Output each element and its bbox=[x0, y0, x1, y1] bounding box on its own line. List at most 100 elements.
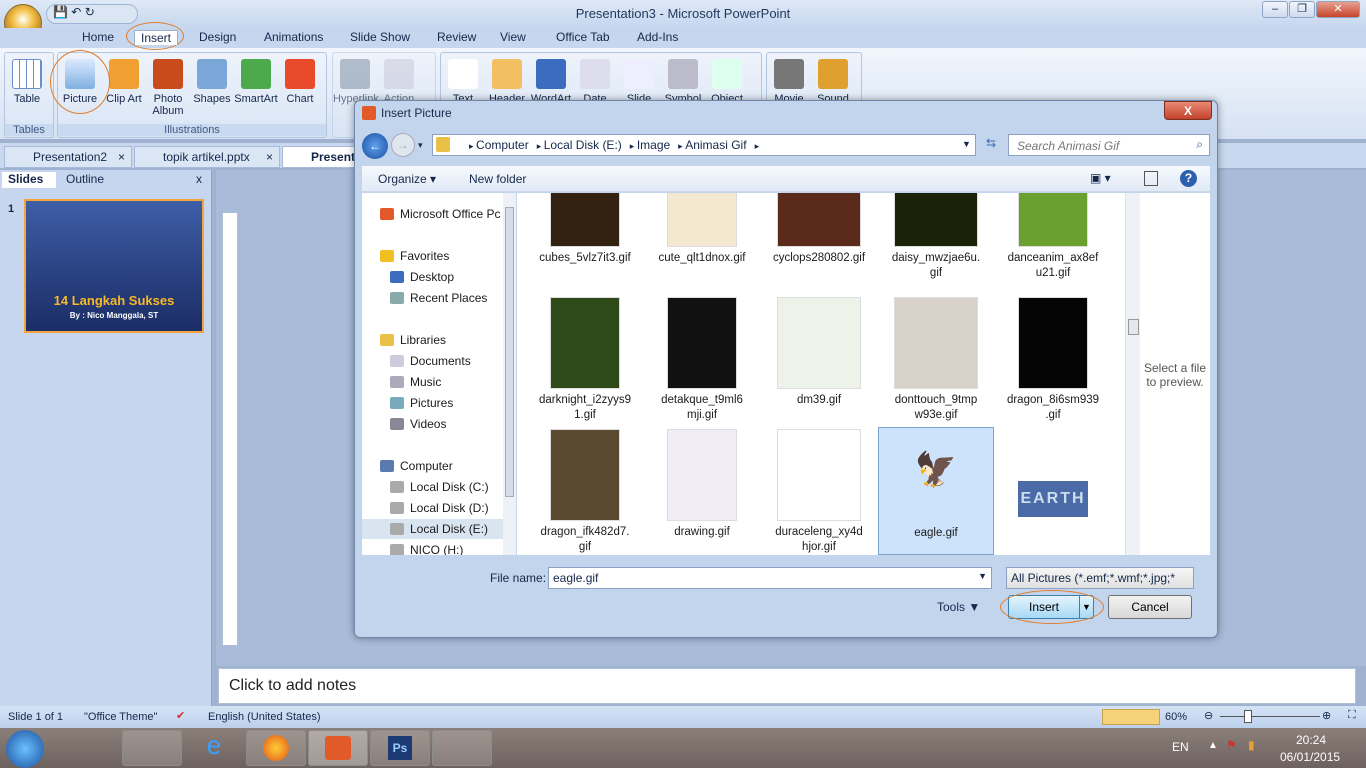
slide-thumbnail[interactable]: 14 Langkah Sukses By : Nico Manggala, ST bbox=[24, 199, 204, 333]
notes-pane[interactable]: Click to add notes bbox=[218, 668, 1356, 704]
file-list-scrollbar[interactable] bbox=[1125, 193, 1140, 555]
zoom-slider[interactable] bbox=[1220, 716, 1320, 717]
file-item[interactable]: drawing.gif bbox=[644, 427, 760, 555]
tab-view[interactable]: View bbox=[500, 30, 526, 44]
file-type-select[interactable]: All Pictures (*.emf;*.wmf;*.jpg;* bbox=[1006, 567, 1194, 589]
undo-icon[interactable]: ↶ bbox=[71, 5, 81, 19]
nav-item[interactable]: Local Disk (C:) bbox=[362, 477, 515, 497]
firefox-taskbar-icon[interactable] bbox=[246, 730, 306, 766]
address-bar[interactable]: ▸ Computer ▸ Local Disk (E:) ▸ Image ▸ Anim… bbox=[432, 134, 976, 156]
nav-item[interactable]: NICO (H:) bbox=[362, 540, 515, 555]
action-center-icon[interactable]: ⚑ bbox=[1226, 738, 1237, 752]
save-icon[interactable]: 💾 bbox=[53, 5, 68, 19]
close-button[interactable]: ✕ bbox=[1316, 1, 1360, 18]
preview-pane-icon[interactable] bbox=[1144, 171, 1158, 186]
action-button[interactable]: Action bbox=[377, 53, 421, 105]
file-item[interactable]: danceanim_ax8ef u21.gif bbox=[995, 193, 1111, 281]
powerpoint-taskbar-icon[interactable] bbox=[308, 730, 368, 766]
tab-home[interactable]: Home bbox=[82, 30, 114, 44]
doc-tab[interactable]: topik artikel.pptx × bbox=[134, 146, 280, 168]
file-item[interactable]: detakque_t9ml6 mji.gif bbox=[644, 295, 760, 423]
refresh-icon[interactable]: ⇆ bbox=[980, 136, 1002, 156]
file-item[interactable]: cubes_5vlz7it3.gif bbox=[527, 193, 643, 281]
search-input[interactable]: Search Animasi Gif ⌕ bbox=[1008, 134, 1210, 156]
file-item[interactable]: 🦅 eagle.gif bbox=[878, 427, 994, 555]
nav-item[interactable]: Local Disk (D:) bbox=[362, 498, 515, 518]
zoom-out-icon[interactable]: ⊖ bbox=[1204, 709, 1213, 722]
show-desktop-icon[interactable] bbox=[60, 730, 120, 766]
show-hidden-icons[interactable]: ▲ bbox=[1208, 740, 1218, 751]
breadcrumb-item[interactable]: Animasi Gif bbox=[685, 138, 746, 152]
file-item[interactable]: darknight_i2zyys9 1.gif bbox=[527, 295, 643, 423]
photo-album-button[interactable]: Photo Album bbox=[146, 53, 190, 117]
nav-item[interactable]: Pictures bbox=[362, 393, 515, 413]
symbol-button[interactable]: Symbol bbox=[661, 53, 705, 105]
file-name-input[interactable]: eagle.gif ▼ bbox=[548, 567, 992, 589]
movie-button[interactable]: Movie bbox=[767, 53, 811, 105]
organize-button[interactable]: Organize ▾ bbox=[378, 172, 436, 186]
address-dropdown[interactable]: ▼ bbox=[962, 139, 971, 149]
nav-scrollbar[interactable] bbox=[503, 193, 516, 555]
paint-taskbar-icon[interactable] bbox=[432, 730, 492, 766]
file-item[interactable]: dragon_ifk482d7. gif bbox=[527, 427, 643, 555]
ie-taskbar-icon[interactable]: e bbox=[184, 730, 244, 766]
view-buttons[interactable] bbox=[1102, 709, 1160, 725]
explorer-taskbar-icon[interactable] bbox=[122, 730, 182, 766]
maximize-button[interactable]: ❐ bbox=[1289, 1, 1315, 18]
tab-insert[interactable]: Insert bbox=[134, 30, 179, 45]
language[interactable]: English (United States) bbox=[208, 711, 321, 723]
nav-item[interactable]: Favorites bbox=[362, 246, 515, 266]
redo-icon[interactable]: ↻ bbox=[85, 5, 95, 19]
breadcrumb-arrow[interactable]: ▸ bbox=[537, 141, 544, 151]
tab-review[interactable]: Review bbox=[437, 30, 476, 44]
file-item[interactable]: cyclops280802.gif bbox=[761, 193, 877, 281]
photoshop-taskbar-icon[interactable]: Ps bbox=[370, 730, 430, 766]
close-pane-icon[interactable]: x bbox=[196, 172, 202, 186]
shapes-button[interactable]: Shapes bbox=[190, 53, 234, 117]
zoom-slider-thumb[interactable] bbox=[1244, 710, 1252, 723]
file-item[interactable]: EARTHearth_vsyuxjw5.gi f bbox=[995, 427, 1111, 555]
spellcheck-icon[interactable]: ✔ bbox=[176, 709, 185, 722]
nav-item[interactable]: Recent Places bbox=[362, 288, 515, 308]
table-button[interactable]: Table bbox=[5, 59, 49, 105]
file-item[interactable]: dm39.gif bbox=[761, 295, 877, 423]
minimize-button[interactable]: – bbox=[1262, 1, 1288, 18]
tab-add-ins[interactable]: Add-Ins bbox=[637, 30, 678, 44]
smartart-button[interactable]: SmartArt bbox=[234, 53, 278, 117]
help-icon[interactable]: ? bbox=[1180, 170, 1197, 187]
clock-date[interactable]: 06/01/2015 bbox=[1280, 750, 1340, 764]
date-button[interactable]: Date bbox=[573, 53, 617, 105]
sound-button[interactable]: Sound bbox=[811, 53, 855, 105]
nav-item[interactable]: Libraries bbox=[362, 330, 515, 350]
doc-tab[interactable]: Presentation2 × bbox=[4, 146, 132, 168]
tab-slide-show[interactable]: Slide Show bbox=[350, 30, 410, 44]
new-folder-button[interactable]: New folder bbox=[469, 172, 526, 186]
change-view-icon[interactable]: ▣ ▾ bbox=[1090, 171, 1111, 185]
back-button[interactable]: ← bbox=[362, 133, 388, 159]
object-button[interactable]: Object bbox=[705, 53, 749, 105]
wordart-button[interactable]: WordArt bbox=[529, 53, 573, 105]
start-button[interactable] bbox=[6, 730, 44, 768]
fit-to-window-icon[interactable]: ⛶ bbox=[1348, 709, 1356, 722]
file-item[interactable]: donttouch_9tmp w93e.gif bbox=[878, 295, 994, 423]
nav-item[interactable]: Desktop bbox=[362, 267, 515, 287]
forward-button[interactable]: → bbox=[391, 133, 415, 157]
nav-item[interactable]: Computer bbox=[362, 456, 515, 476]
input-language[interactable]: EN bbox=[1172, 740, 1189, 754]
tools-button[interactable]: Tools ▼ bbox=[937, 600, 980, 614]
nav-item[interactable]: Local Disk (E:) bbox=[362, 519, 515, 539]
breadcrumb-item[interactable]: Image bbox=[637, 138, 670, 152]
file-item[interactable]: duraceleng_xy4d hjor.gif bbox=[761, 427, 877, 555]
file-item[interactable]: dragon_8i6sm939 .gif bbox=[995, 295, 1111, 423]
tab-office-tab[interactable]: Office Tab bbox=[556, 30, 610, 44]
network-icon[interactable]: ▮ bbox=[1248, 738, 1255, 752]
dialog-close-button[interactable]: X bbox=[1164, 101, 1212, 120]
tab-animations[interactable]: Animations bbox=[264, 30, 323, 44]
text-button[interactable]: Text bbox=[441, 53, 485, 105]
zoom-level[interactable]: 60% bbox=[1165, 711, 1187, 723]
slide-button[interactable]: Slide bbox=[617, 53, 661, 105]
tab-outline[interactable]: Outline bbox=[58, 172, 120, 188]
clock-time[interactable]: 20:24 bbox=[1296, 733, 1326, 747]
nav-item[interactable]: Videos bbox=[362, 414, 515, 434]
recent-locations-dropdown[interactable]: ▾ bbox=[418, 140, 423, 151]
